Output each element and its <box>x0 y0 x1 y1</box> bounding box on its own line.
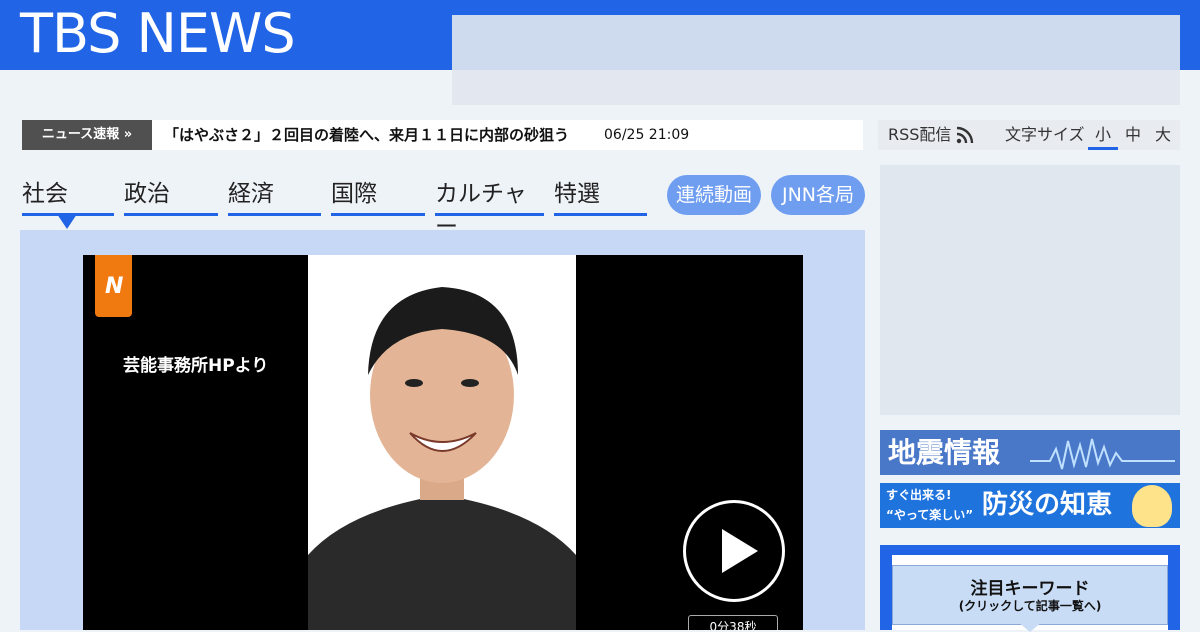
play-button-icon[interactable] <box>683 500 785 602</box>
earthquake-info-banner[interactable]: 地震情報 <box>880 430 1180 475</box>
breaking-news-headline[interactable]: 「はやぶさ２」２回目の着陸へ、来月１１日に内部の砂狙う <box>164 120 569 150</box>
n-suta-badge-icon: N <box>95 255 132 317</box>
font-size-medium-button[interactable]: 中 <box>1118 120 1148 150</box>
video-still-photo <box>308 255 576 630</box>
rss-link[interactable]: RSS配信 <box>888 120 951 150</box>
tab-shakai[interactable]: 社会 <box>22 178 114 216</box>
active-tab-indicator <box>57 214 77 229</box>
tab-tokusen[interactable]: 特選 <box>554 178 647 216</box>
keyword-title: 注目キーワード <box>970 579 1090 599</box>
disaster-prevention-banner[interactable]: すぐ出来る! “やって楽しい” 防災の知恵 <box>880 483 1180 528</box>
site-logo[interactable]: TBS NEWS <box>20 2 296 65</box>
bousai-title: 防災の知恵 <box>982 490 1113 520</box>
rss-icon[interactable] <box>956 126 974 144</box>
keyword-subtitle: (クリックして記事一覧へ) <box>958 599 1102 613</box>
tab-seiji[interactable]: 政治 <box>124 178 218 216</box>
font-size-label: 文字サイズ <box>1005 125 1085 144</box>
breaking-news-time: 06/25 21:09 <box>604 127 690 143</box>
bousai-subtitle-2: “やって楽しい” <box>886 508 974 522</box>
bousai-subtitle-1: すぐ出来る! <box>886 488 952 502</box>
mascot-character-icon <box>1132 485 1172 527</box>
tab-culture[interactable]: カルチャー <box>435 178 544 240</box>
utility-toolbar: RSS配信 文字サイズ 小 中 大 <box>878 120 1180 150</box>
earthquake-info-label: 地震情報 <box>888 436 1001 469</box>
keyword-header[interactable]: 注目キーワード (クリックして記事一覧へ) <box>892 565 1168 625</box>
video-caption: 芸能事務所HPより <box>123 356 269 376</box>
seismograph-icon <box>1030 438 1175 470</box>
font-size-small-button[interactable]: 小 <box>1088 120 1118 150</box>
video-player[interactable]: N 芸能事務所HPより 0分38秒 <box>83 255 803 630</box>
tab-kokusai[interactable]: 国際 <box>331 178 425 216</box>
video-duration: 0分38秒 <box>688 615 778 630</box>
continuous-video-button[interactable]: 連続動画 <box>667 175 761 215</box>
person-photo-illustration <box>308 255 576 630</box>
font-size-large-button[interactable]: 大 <box>1148 120 1178 150</box>
svg-text:N: N <box>105 274 123 299</box>
breaking-news-bar: ニュース速報 » 「はやぶさ２」２回目の着陸へ、来月１１日に内部の砂狙う 06/… <box>22 120 863 150</box>
tab-keizai[interactable]: 経済 <box>228 178 321 216</box>
jnn-stations-button[interactable]: JNN各局 <box>771 175 865 215</box>
breaking-news-label[interactable]: ニュース速報 » <box>22 120 152 150</box>
keyword-arrow-icon <box>1018 622 1042 632</box>
header-ad-banner[interactable] <box>452 15 1180 105</box>
sidebar-ad-banner[interactable] <box>880 165 1180 415</box>
